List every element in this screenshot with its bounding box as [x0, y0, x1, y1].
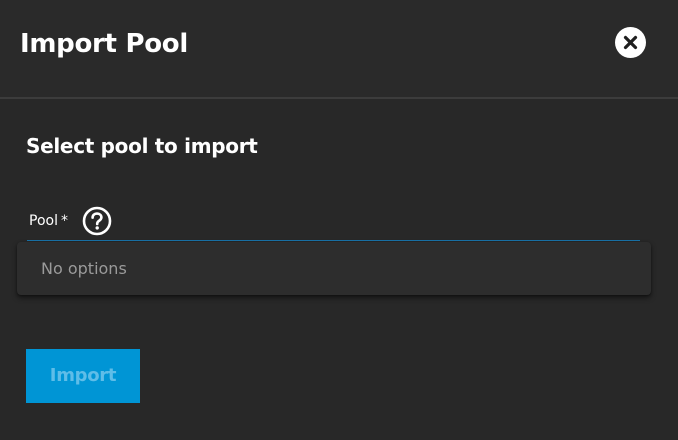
import-pool-dialog: Import Pool Select pool to import Pool *…: [0, 0, 678, 440]
import-button[interactable]: Import: [26, 349, 140, 403]
pool-select-underline: [27, 240, 640, 241]
pool-field-label: Pool: [29, 213, 58, 229]
close-icon: [623, 35, 638, 50]
pool-dropdown-panel: No options: [17, 242, 651, 295]
help-circle-icon[interactable]: [82, 206, 112, 236]
dialog-header: Import Pool: [0, 0, 678, 99]
pool-field-label-row: Pool *: [29, 206, 112, 236]
close-button[interactable]: [615, 27, 646, 58]
dropdown-empty-message: No options: [41, 259, 127, 278]
required-marker: *: [60, 213, 68, 229]
dialog-title: Import Pool: [20, 29, 188, 59]
section-title: Select pool to import: [26, 134, 258, 158]
